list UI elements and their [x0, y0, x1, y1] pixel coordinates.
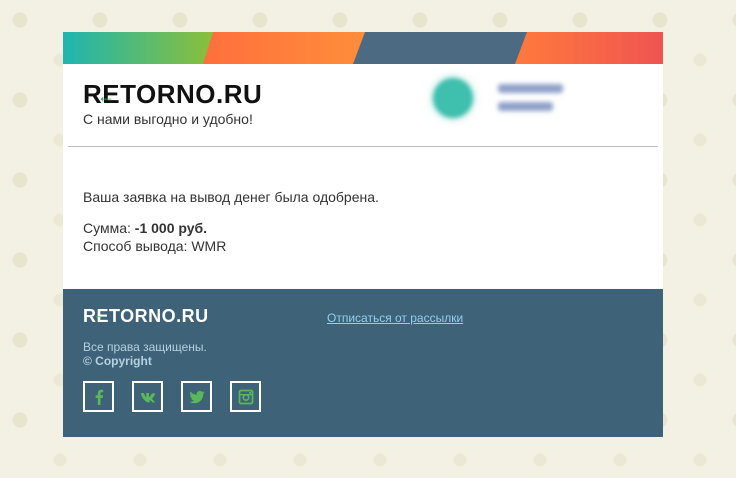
copyright: © Copyright: [83, 354, 152, 368]
rights-text: Все права защищены. © Copyright: [83, 340, 207, 368]
decorative-top-bar: [63, 32, 663, 64]
unsubscribe-link[interactable]: Отписаться от рассылки: [327, 311, 463, 325]
retorno-logo[interactable]: RETORNO.RU ←: [83, 79, 262, 109]
method-line: Способ вывода: WMR: [83, 237, 379, 255]
twitter-icon[interactable]: [181, 381, 212, 412]
instagram-icon[interactable]: [230, 381, 261, 412]
facebook-icon[interactable]: [83, 381, 114, 412]
amount-label: Сумма:: [83, 220, 135, 236]
tagline: С нами выгодно и удобно!: [83, 111, 253, 127]
vk-icon[interactable]: [132, 381, 163, 412]
blurred-balance: [498, 102, 553, 111]
rights-reserved: Все права защищены.: [83, 340, 207, 354]
footer-logo-arrow-icon: ←: [93, 307, 107, 322]
footer: RETORNO.RU ← Отписаться от рассылки Все …: [63, 289, 663, 437]
message-body: Ваша заявка на вывод денег была одобрена…: [83, 188, 379, 255]
email-container: RETORNO.RU ← С нами выгодно и удобно! Ва…: [63, 32, 663, 437]
footer-logo[interactable]: RETORNO.RU ←: [83, 306, 209, 327]
user-info-blurred: [393, 66, 586, 138]
method-label: Способ вывода:: [83, 238, 192, 254]
amount-line: Сумма: -1 000 руб.: [83, 219, 379, 237]
method-value: WMR: [191, 238, 227, 254]
social-links: [83, 381, 261, 412]
amount-value: -1 000 руб.: [134, 220, 208, 236]
blurred-username: [498, 84, 563, 93]
avatar: [433, 78, 473, 118]
divider: [68, 146, 658, 147]
approval-text: Ваша заявка на вывод денег была одобрена…: [83, 189, 379, 205]
logo-arrow-icon: ←: [97, 86, 116, 106]
